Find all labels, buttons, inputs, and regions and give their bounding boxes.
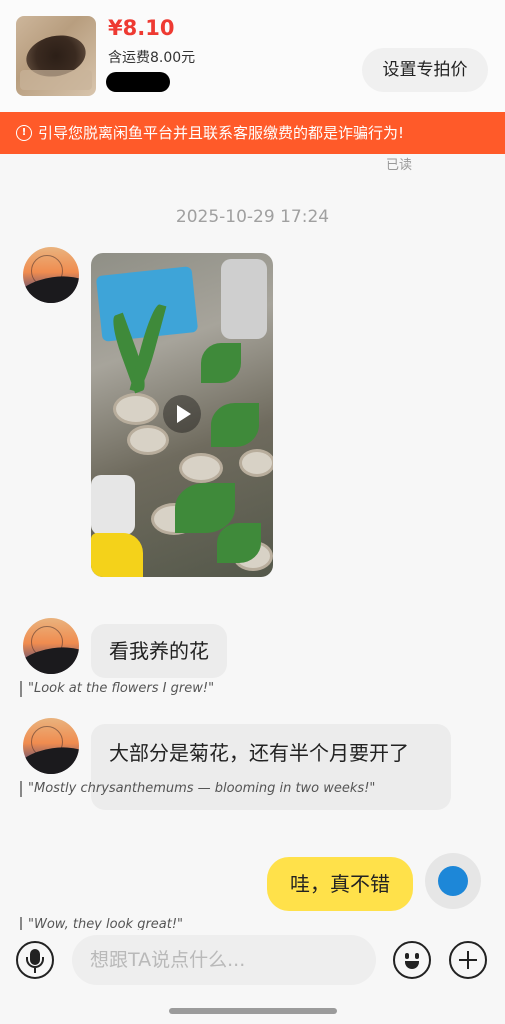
contact-avatar[interactable]: [23, 618, 79, 674]
avatar-dot: [438, 866, 468, 896]
contact-avatar[interactable]: [23, 718, 79, 774]
message-translation: "Mostly chrysanthemums — blooming in two…: [20, 781, 375, 797]
contact-avatar[interactable]: [23, 247, 79, 303]
shipping-fee: 含运费8.00元: [108, 50, 196, 66]
mic-stem: [34, 968, 36, 973]
product-thumbnail[interactable]: [16, 16, 96, 96]
plant-pot: [127, 425, 169, 455]
emoji-mouth: [405, 961, 419, 969]
scooter: [221, 259, 267, 339]
redacted-label: [106, 72, 170, 92]
leaf: [211, 403, 259, 447]
set-special-price-button[interactable]: 设置专拍价: [362, 48, 488, 92]
plate-image: [20, 70, 92, 90]
read-status: 已读: [386, 158, 413, 173]
message-input[interactable]: 想跟TA说点什么...: [72, 935, 376, 985]
my-avatar[interactable]: [425, 853, 481, 909]
plant-pot: [113, 393, 159, 425]
plus-icon[interactable]: [449, 941, 487, 979]
product-price: ¥8.10: [108, 16, 175, 40]
emoji-eye: [415, 953, 419, 959]
message-timestamp: 2025-10-29 17:24: [175, 207, 330, 227]
message-bubble[interactable]: 看我养的花: [91, 624, 227, 678]
my-message-bubble[interactable]: 哇，真不错: [267, 857, 413, 911]
mic-stand: [26, 957, 44, 968]
plant-pot: [179, 453, 223, 483]
plant-pot: [239, 449, 273, 477]
plastic-bag: [91, 475, 135, 535]
product-header: ¥8.10 含运费8.00元 设置专拍价: [0, 0, 505, 112]
leaf: [201, 343, 241, 383]
fraud-warning-banner: ! 引导您脱离闲鱼平台并且联系客服缴费的都是诈骗行为!: [0, 112, 505, 154]
alert-icon: !: [16, 125, 32, 141]
message-translation: "Look at the flowers I grew!": [20, 681, 214, 697]
home-indicator[interactable]: [169, 1008, 337, 1014]
warning-text: 引导您脱离闲鱼平台并且联系客服缴费的都是诈骗行为!: [38, 124, 405, 142]
yellow-bag: [91, 533, 143, 577]
leaf: [217, 523, 261, 563]
play-icon[interactable]: [163, 395, 201, 433]
emoji-eye: [405, 953, 409, 959]
video-message[interactable]: [91, 253, 273, 577]
message-bubble[interactable]: 大部分是菊花，还有半个月要开了: [91, 724, 451, 810]
microphone-icon[interactable]: [16, 941, 54, 979]
emoji-icon[interactable]: [393, 941, 431, 979]
